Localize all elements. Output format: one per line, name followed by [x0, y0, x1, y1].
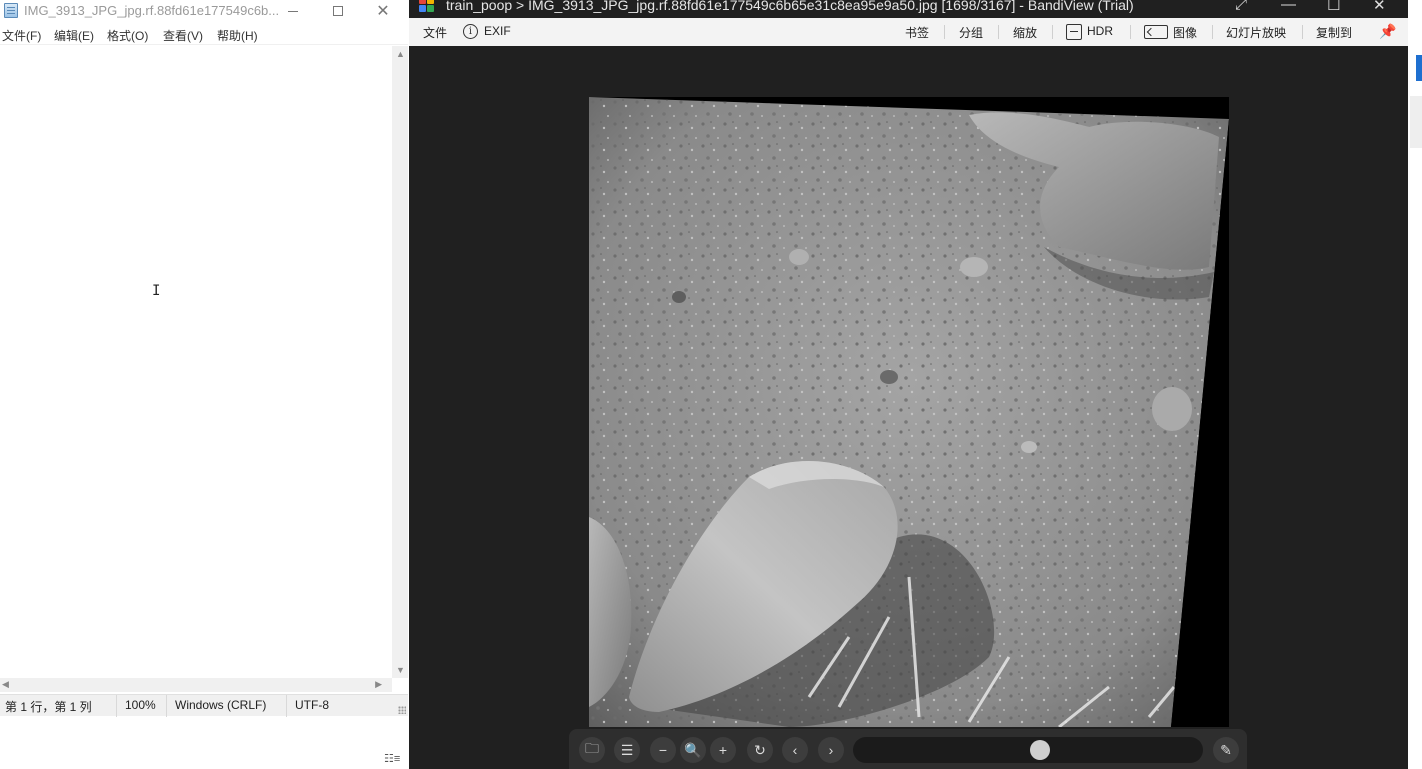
hdr-button[interactable]: HDR — [1087, 24, 1113, 38]
toolbar-divider — [1302, 25, 1303, 39]
scroll-left-icon[interactable]: ◀ — [2, 679, 9, 690]
pin-icon[interactable]: ✎ — [1213, 737, 1239, 763]
scroll-up-icon[interactable]: ▲ — [396, 49, 405, 59]
notepad-text-area[interactable] — [0, 46, 392, 678]
notepad-titlebar[interactable]: IMG_3913_JPG_jpg.rf.88fd61e177549c6b... … — [0, 0, 408, 22]
info-icon[interactable]: i — [463, 24, 478, 39]
menu-view[interactable]: 查看(V) — [163, 27, 203, 44]
close-button[interactable]: ✕ — [361, 0, 405, 22]
copy-to-button[interactable]: 复制到 — [1316, 24, 1352, 41]
toolbar-divider — [998, 25, 999, 39]
maximize-icon — [333, 6, 343, 16]
minimize-button[interactable] — [271, 0, 315, 22]
slideshow-button[interactable]: 幻灯片放映 — [1226, 24, 1286, 41]
maximize-button[interactable] — [316, 0, 360, 22]
scroll-down-icon[interactable]: ▼ — [396, 665, 405, 675]
notepad-window-title: IMG_3913_JPG_jpg.rf.88fd61e177549c6b... — [24, 3, 280, 18]
exif-button[interactable]: EXIF — [484, 24, 511, 38]
input-method-icon[interactable]: ☷≡ — [384, 752, 400, 765]
toolbar-divider — [1212, 25, 1213, 39]
notepad-menubar: 文件(F) 编辑(E) 格式(O) 查看(V) 帮助(H) — [0, 25, 408, 45]
maximize-icon[interactable]: ☐ — [1327, 0, 1340, 14]
menu-format[interactable]: 格式(O) — [107, 27, 148, 44]
zoom-button[interactable]: 缩放 — [1013, 24, 1037, 41]
list-icon[interactable]: ☰ — [614, 737, 640, 763]
close-icon: ✕ — [376, 3, 390, 20]
background-mark — [1410, 96, 1422, 148]
image-viewer-canvas[interactable] — [409, 46, 1408, 769]
navigation-slider[interactable] — [853, 737, 1203, 763]
encoding: UTF-8 — [295, 698, 329, 712]
bandiview-window: train_poop > IMG_3913_JPG_jpg.rf.88fd61e… — [409, 0, 1408, 769]
prev-icon[interactable]: ‹ — [782, 737, 808, 763]
photo-render — [589, 97, 1229, 727]
fullscreen-icon[interactable]: ⤢ — [1235, 0, 1247, 13]
zoom-out-icon[interactable]: − — [650, 737, 676, 763]
bandiview-bottom-toolbar: 🗀 ☰ − 🔍 + ↻ ‹ › ✎ — [569, 729, 1247, 769]
zoom-level: 100% — [125, 698, 156, 712]
group-button[interactable]: 分组 — [959, 24, 983, 41]
rotate-icon[interactable]: ↻ — [747, 737, 773, 763]
background-window-edge — [1408, 0, 1422, 769]
notepad-statusbar: 第 1 行，第 1 列 100% Windows (CRLF) UTF-8 — [0, 694, 408, 717]
notepad-app-icon — [4, 3, 18, 18]
hdr-icon[interactable] — [1066, 24, 1082, 40]
next-icon[interactable]: › — [818, 737, 844, 763]
minimize-icon — [288, 10, 298, 12]
zoom-search-icon[interactable]: 🔍 — [680, 737, 706, 763]
folder-open-icon[interactable]: 🗀 — [579, 737, 605, 763]
status-divider — [286, 695, 287, 717]
text-cursor-icon: I — [152, 283, 161, 299]
minimize-icon[interactable]: — — [1281, 0, 1296, 13]
slider-thumb[interactable] — [1029, 740, 1050, 760]
displayed-photo — [589, 97, 1229, 727]
toolbar-divider — [1052, 25, 1053, 39]
bandiview-titlebar[interactable]: train_poop > IMG_3913_JPG_jpg.rf.88fd61e… — [409, 0, 1408, 16]
menu-edit[interactable]: 编辑(E) — [54, 27, 94, 44]
pin-icon[interactable]: 📌 — [1379, 23, 1396, 40]
accent-mark — [1416, 55, 1422, 81]
vertical-scrollbar[interactable]: ▲ ▼ — [392, 46, 408, 678]
menu-file[interactable]: 文件(F) — [2, 27, 41, 44]
cursor-position: 第 1 行，第 1 列 — [5, 700, 92, 714]
image-button[interactable]: 图像 — [1173, 24, 1197, 41]
file-menu-button[interactable]: 文件 — [423, 24, 447, 41]
toolbar-divider — [1130, 25, 1131, 39]
bookmark-button[interactable]: 书签 — [905, 24, 929, 41]
status-divider — [116, 695, 117, 717]
horizontal-scrollbar[interactable]: ◀ ▶ — [0, 678, 392, 692]
resize-grip-icon[interactable] — [398, 706, 406, 714]
image-icon[interactable] — [1144, 25, 1168, 39]
line-ending: Windows (CRLF) — [175, 698, 267, 712]
menu-help[interactable]: 帮助(H) — [217, 27, 258, 44]
scroll-right-icon[interactable]: ▶ — [375, 679, 382, 690]
bandiview-window-title: train_poop > IMG_3913_JPG_jpg.rf.88fd61e… — [446, 0, 1134, 13]
bandiview-logo-icon — [419, 0, 435, 13]
notepad-window: IMG_3913_JPG_jpg.rf.88fd61e177549c6b... … — [0, 0, 408, 769]
zoom-in-icon[interactable]: + — [710, 737, 736, 763]
bandiview-toolbar: 文件 i EXIF 书签 分组 缩放 HDR 图像 幻灯片放映 复制到 📌 — [409, 18, 1408, 46]
close-icon[interactable]: ✕ — [1373, 0, 1386, 14]
toolbar-divider — [944, 25, 945, 39]
status-divider — [166, 695, 167, 717]
